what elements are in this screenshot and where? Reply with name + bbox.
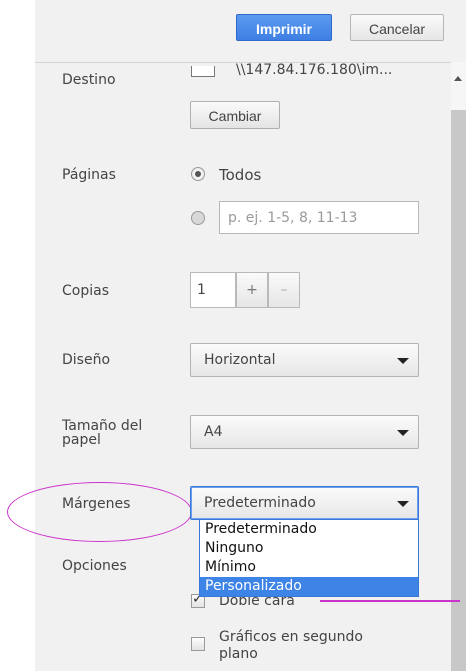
destination-label: Destino — [62, 72, 116, 88]
scroll-up-arrow-icon[interactable] — [454, 76, 462, 81]
margins-select-value: Predeterminado — [204, 495, 316, 511]
layout-select-value: Horizontal — [204, 352, 276, 368]
annotation-ellipse — [7, 482, 192, 542]
pages-label: Páginas — [62, 167, 116, 183]
print-button[interactable]: Imprimir — [236, 14, 332, 41]
copies-label: Copias — [62, 283, 109, 299]
margins-option[interactable]: Predeterminado — [200, 520, 418, 539]
pages-all-label: Todos — [219, 166, 262, 184]
pages-range-radio[interactable] — [191, 211, 205, 225]
copies-input[interactable] — [190, 272, 236, 308]
paper-size-select-value: A4 — [204, 424, 223, 440]
margins-option[interactable]: Mínimo — [200, 558, 418, 577]
margins-select[interactable]: Predeterminado — [190, 486, 419, 520]
chevron-down-icon — [397, 501, 409, 507]
copies-increment-button[interactable]: + — [236, 272, 268, 308]
change-destination-button[interactable]: Cambiar — [190, 101, 280, 129]
chevron-down-icon — [397, 358, 409, 364]
background-graphics-label-line2: plano — [219, 646, 258, 662]
margins-option-highlighted[interactable]: Personalizado — [200, 577, 418, 596]
paper-size-select[interactable]: A4 — [190, 415, 419, 449]
margins-dropdown-list: Predeterminado Ninguno Mínimo Personaliz… — [199, 519, 419, 597]
copies-decrement-button[interactable]: – — [268, 272, 300, 308]
layout-select[interactable]: Horizontal — [190, 343, 419, 377]
pages-all-radio[interactable] — [191, 167, 205, 181]
options-label: Opciones — [62, 558, 127, 574]
background-graphics-checkbox[interactable] — [191, 637, 205, 651]
scrollbar-thumb[interactable] — [451, 110, 466, 671]
paper-size-label-line2: papel — [62, 432, 101, 448]
annotation-line — [320, 600, 460, 602]
pages-range-input[interactable] — [219, 201, 419, 234]
margins-label: Márgenes — [62, 496, 131, 512]
background-graphics-label-line1: Gráficos en segundo — [219, 629, 363, 645]
printer-icon — [191, 66, 215, 77]
cancel-button[interactable]: Cancelar — [350, 14, 444, 41]
chevron-down-icon — [397, 430, 409, 436]
layout-label: Diseño — [62, 352, 111, 368]
destination-value: \\147.84.176.180\im... — [236, 62, 393, 78]
margins-option[interactable]: Ninguno — [200, 539, 418, 558]
